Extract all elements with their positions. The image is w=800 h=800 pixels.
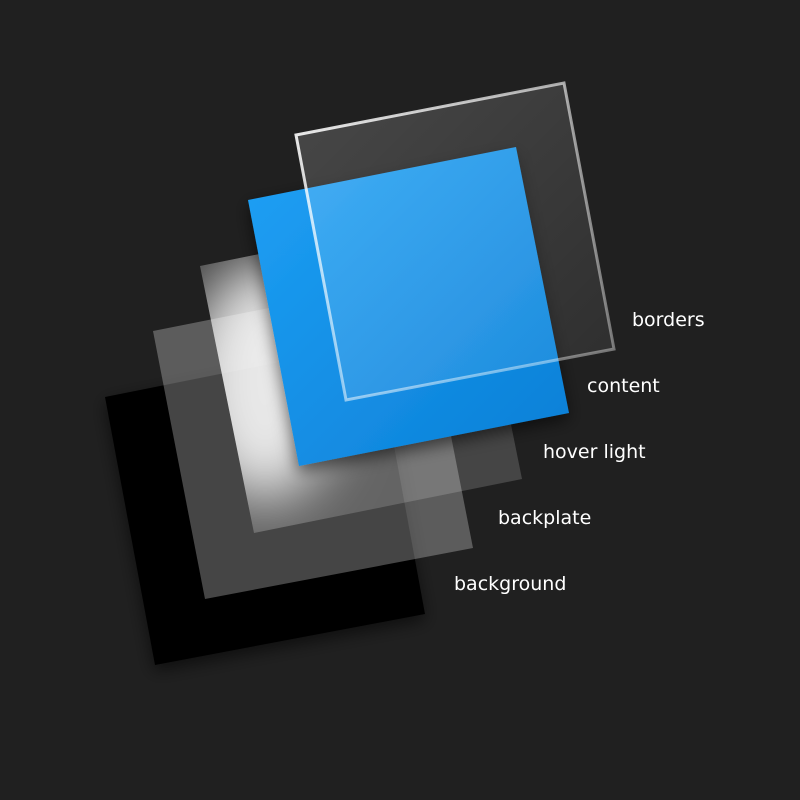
background-label: background: [454, 573, 567, 595]
borders-layer: [294, 81, 616, 402]
content-label: content: [587, 375, 660, 397]
layer-stack-diagram: borders content hover light backplate ba…: [0, 0, 800, 800]
hover-light-label: hover light: [543, 441, 646, 463]
layer-stack-graphic: [105, 81, 616, 665]
backplate-label: backplate: [498, 507, 592, 529]
borders-label: borders: [632, 309, 705, 331]
